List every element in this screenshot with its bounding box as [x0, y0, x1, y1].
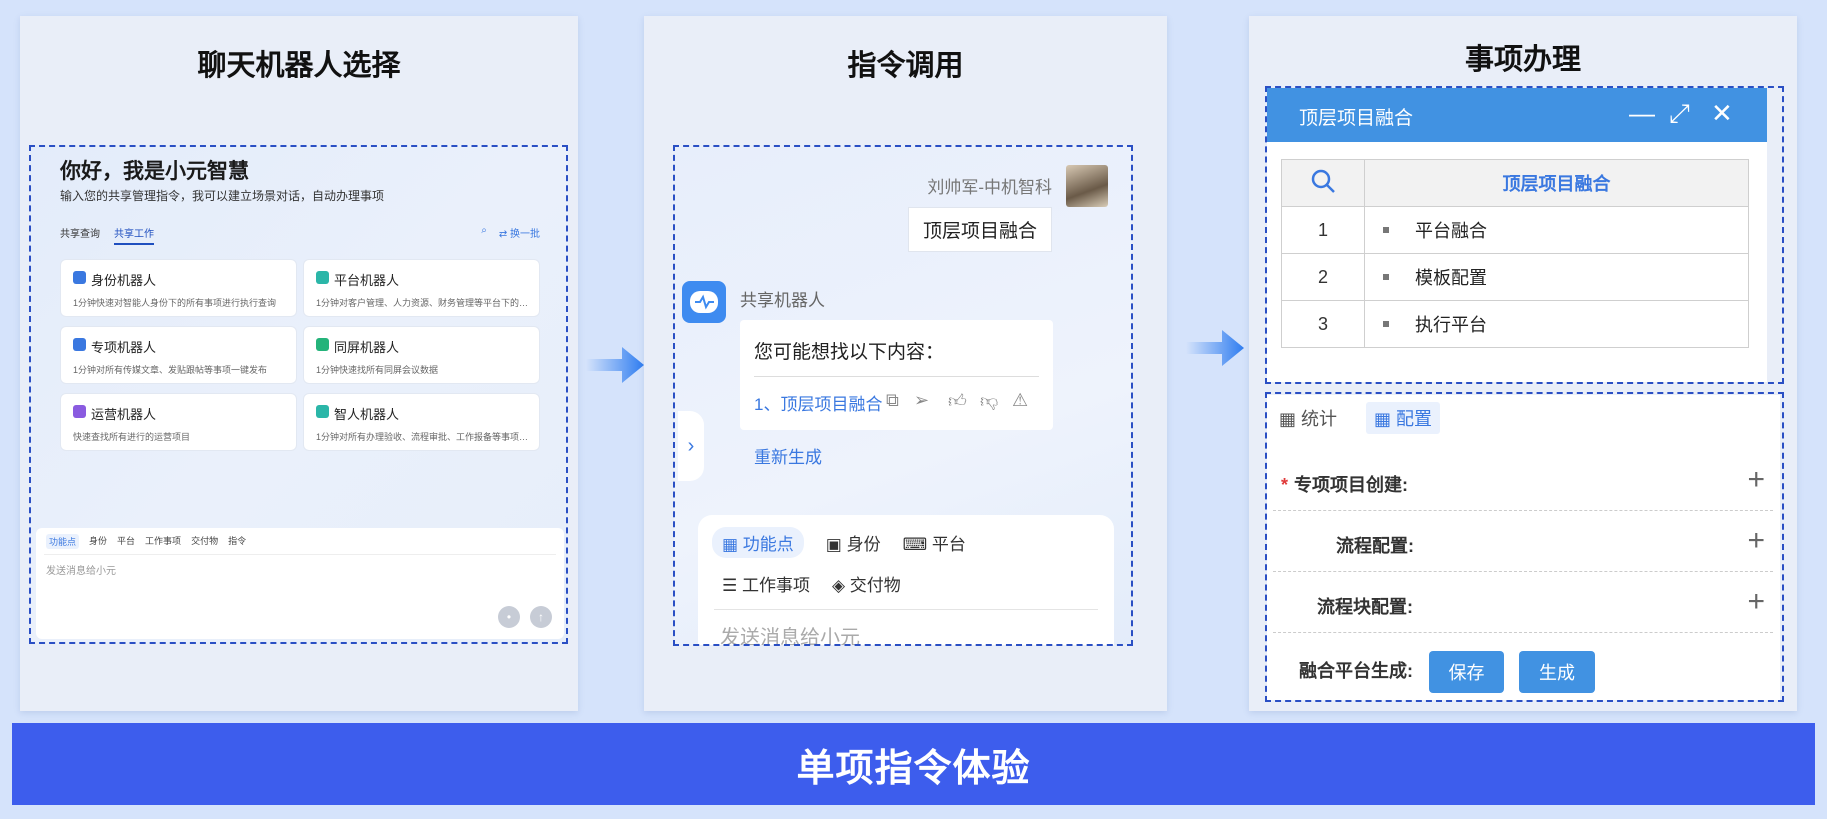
panel-title: 事项办理	[1464, 44, 1581, 76]
highlight-box	[1265, 86, 1784, 384]
banner: 单项指令体验	[12, 723, 1815, 805]
panel-title: 指令调用	[847, 50, 964, 82]
arrow-right-icon	[1186, 330, 1244, 366]
highlight-box	[673, 145, 1133, 646]
panel-title: 聊天机器人选择	[197, 50, 401, 82]
arrow-right-icon	[586, 347, 644, 383]
highlight-box	[1265, 392, 1784, 702]
highlight-box	[29, 145, 568, 644]
